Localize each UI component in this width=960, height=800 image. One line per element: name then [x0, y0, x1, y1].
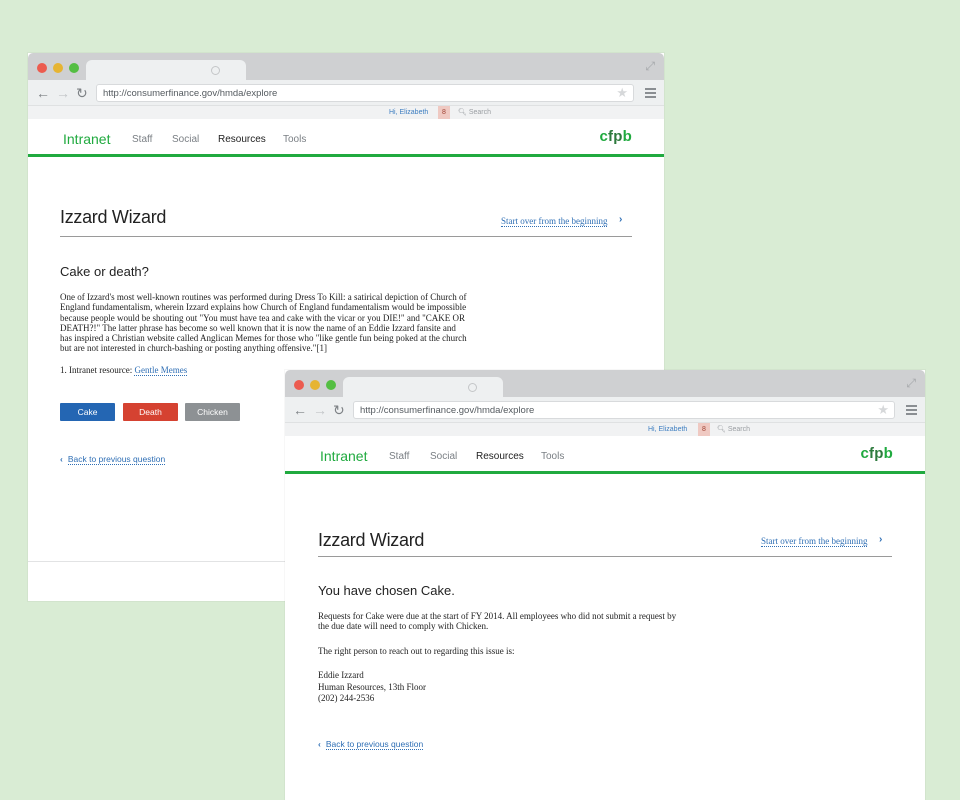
nav-item-social[interactable]: Social	[172, 134, 199, 145]
address-bar[interactable]: http://consumerfinance.gov/hmda/explore …	[353, 401, 895, 419]
intranet-search[interactable]: 🔍︎ Search	[717, 423, 750, 436]
browser-tab[interactable]	[343, 377, 503, 397]
nav-item-staff[interactable]: Staff	[389, 451, 409, 462]
description-paragraph: One of Izzard's most well-known routines…	[60, 292, 467, 354]
minimize-dot[interactable]	[310, 380, 320, 390]
user-bar: Hi, Elizabeth 8 🔍︎ Search	[28, 106, 664, 119]
bookmark-star-icon[interactable]: ★	[877, 403, 889, 417]
intranet-brand[interactable]: Intranet	[63, 131, 110, 147]
back-to-previous-link[interactable]: ‹ Back to previous question	[318, 739, 424, 750]
question-heading: Cake or death?	[60, 264, 149, 279]
nav-item-resources[interactable]: Resources	[476, 451, 524, 462]
notification-badge[interactable]: 8	[438, 106, 450, 119]
url-text: http://consumerfinance.gov/hmda/explore	[360, 405, 535, 416]
hamburger-menu-icon[interactable]	[645, 88, 656, 100]
back-arrow-icon[interactable]: ←	[36, 85, 50, 101]
browser-window-result: ⤢ ← → ↻ http://consumerfinance.gov/hmda/…	[285, 370, 925, 800]
contact-intro: The right person to reach out to regardi…	[318, 646, 515, 656]
minimize-dot[interactable]	[53, 63, 63, 73]
nav-item-tools[interactable]: Tools	[283, 134, 306, 145]
close-dot[interactable]	[294, 380, 304, 390]
footnote: 1. Intranet resource: Gentle Memes	[60, 365, 188, 376]
chicken-button[interactable]: Chicken	[185, 403, 240, 421]
forward-arrow-icon[interactable]: →	[56, 85, 70, 101]
reload-icon[interactable]: ↻	[76, 85, 88, 101]
nav-item-staff[interactable]: Staff	[132, 134, 152, 145]
chevron-left-icon: ‹	[60, 454, 63, 464]
loading-icon	[468, 383, 477, 392]
page-title: Izzard Wizard	[60, 207, 167, 227]
user-bar: Hi, Elizabeth 8 🔍︎ Search	[285, 423, 925, 436]
page-title: Izzard Wizard	[318, 530, 425, 550]
maximize-dot[interactable]	[69, 63, 79, 73]
site-nav: Intranet Staff Social Resources Tools cf…	[285, 436, 925, 474]
browser-toolbar: ← → ↻ http://consumerfinance.gov/hmda/ex…	[285, 397, 925, 423]
contact-block: Eddie Izzard Human Resources, 13th Floor…	[318, 670, 426, 705]
notification-badge[interactable]: 8	[698, 423, 710, 436]
address-bar[interactable]: http://consumerfinance.gov/hmda/explore …	[96, 84, 634, 102]
hamburger-menu-icon[interactable]	[906, 405, 917, 417]
result-heading: You have chosen Cake.	[318, 583, 455, 598]
browser-titlebar: ⤢	[28, 53, 664, 80]
search-icon: 🔍︎	[458, 109, 467, 116]
search-placeholder: Search	[727, 426, 751, 433]
gentle-memes-link[interactable]: Gentle Memes	[134, 365, 188, 376]
back-to-previous-link[interactable]: ‹ Back to previous question	[60, 454, 166, 465]
loading-icon	[211, 66, 220, 75]
browser-toolbar: ← → ↻ http://consumerfinance.gov/hmda/ex…	[28, 80, 664, 106]
title-divider	[318, 556, 892, 557]
user-greeting[interactable]: Hi, Elizabeth	[648, 423, 687, 436]
intranet-search[interactable]: 🔍︎ Search	[458, 106, 491, 119]
maximize-dot[interactable]	[326, 380, 336, 390]
forward-arrow-icon[interactable]: →	[313, 402, 327, 418]
cfpb-logo[interactable]: cfpb	[600, 128, 633, 145]
result-paragraph: Requests for Cake were due at the start …	[318, 611, 677, 632]
url-text: http://consumerfinance.gov/hmda/explore	[103, 88, 278, 99]
reload-icon[interactable]: ↻	[333, 402, 345, 418]
back-arrow-icon[interactable]: ←	[293, 402, 307, 418]
close-dot[interactable]	[37, 63, 47, 73]
browser-tab[interactable]	[86, 60, 246, 80]
contact-department: Human Resources, 13th Floor	[318, 681, 426, 692]
browser-titlebar: ⤢	[285, 370, 925, 397]
search-placeholder: Search	[468, 109, 492, 116]
bookmark-star-icon[interactable]: ★	[616, 86, 628, 100]
nav-item-resources[interactable]: Resources	[218, 134, 266, 145]
nav-item-tools[interactable]: Tools	[541, 451, 564, 462]
start-over-link[interactable]: Start over from the beginning	[501, 216, 608, 227]
nav-item-social[interactable]: Social	[430, 451, 457, 462]
chevron-left-icon: ‹	[318, 739, 321, 749]
cake-button[interactable]: Cake	[60, 403, 115, 421]
death-button[interactable]: Death	[123, 403, 178, 421]
chevron-right-icon[interactable]: ›	[879, 534, 882, 545]
search-icon: 🔍︎	[717, 426, 726, 433]
start-over-link[interactable]: Start over from the beginning	[761, 536, 868, 547]
chevron-right-icon[interactable]: ›	[619, 214, 622, 225]
cfpb-logo[interactable]: cfpb	[861, 445, 894, 462]
fullscreen-icon[interactable]: ⤢	[645, 60, 655, 72]
fullscreen-icon[interactable]: ⤢	[906, 377, 916, 389]
user-greeting[interactable]: Hi, Elizabeth	[389, 106, 428, 119]
intranet-brand[interactable]: Intranet	[320, 448, 367, 464]
title-divider	[60, 236, 632, 237]
contact-name: Eddie Izzard	[318, 670, 364, 680]
site-nav: Intranet Staff Social Resources Tools cf…	[28, 119, 664, 157]
contact-phone: (202) 244-2536	[318, 693, 375, 703]
